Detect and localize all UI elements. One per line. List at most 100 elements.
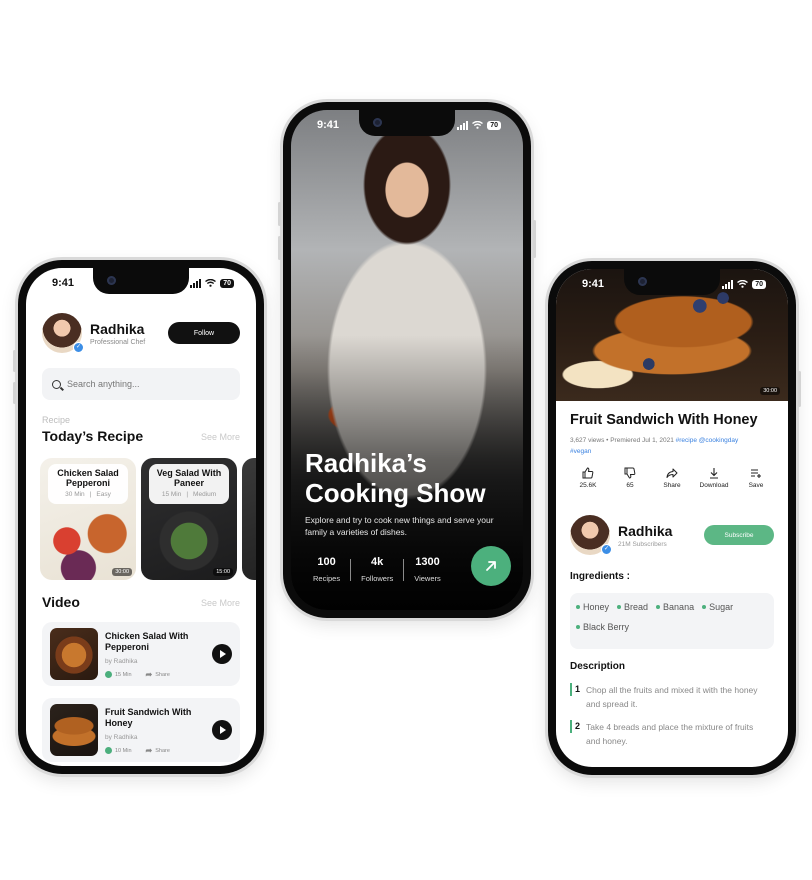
show-title-line1: Radhika’s bbox=[305, 448, 427, 478]
search-input[interactable]: Search anything... bbox=[42, 368, 240, 400]
share-icon: ➦ bbox=[145, 746, 153, 755]
play-button[interactable] bbox=[212, 720, 232, 740]
video-thumbnail bbox=[50, 704, 98, 756]
share-link[interactable]: ➦ Share bbox=[146, 746, 170, 755]
hashtag-link[interactable]: #recipe @cookingday bbox=[676, 437, 739, 444]
recipe-card-partial[interactable] bbox=[242, 458, 256, 580]
battery-icon: 70 bbox=[220, 278, 234, 288]
volume-button bbox=[278, 202, 281, 226]
step-text: Take 4 breads and place the mixture of f… bbox=[586, 722, 754, 746]
save-button[interactable]: Save bbox=[738, 467, 774, 489]
recipe-step: 2 Take 4 breads and place the mixture of… bbox=[570, 720, 768, 748]
recipe-card[interactable]: Veg Salad With Paneer 15 Min | Medium 15:0… bbox=[141, 458, 237, 580]
play-button[interactable] bbox=[212, 644, 232, 664]
channel-avatar[interactable]: ✓ bbox=[570, 515, 612, 555]
ingredients-title: Ingredients : bbox=[570, 571, 631, 582]
step-text: Chop all the fruits and mixed it with th… bbox=[586, 685, 758, 709]
recipe-detail-screen: 30:00 9:41 70 Fruit Sandwich With Honey … bbox=[556, 269, 788, 767]
volume-button bbox=[13, 350, 16, 372]
follow-button[interactable]: Follow bbox=[168, 322, 240, 344]
signal-icon bbox=[722, 279, 734, 289]
status-time: 9:41 bbox=[52, 277, 75, 289]
video-time: 10 Min bbox=[115, 747, 132, 754]
ingredient-chip: Banana bbox=[656, 601, 694, 613]
download-icon bbox=[710, 468, 718, 479]
download-button[interactable]: Download bbox=[696, 467, 732, 489]
camera-icon bbox=[373, 118, 382, 127]
todays-recipe-title: Today’s Recipe bbox=[42, 428, 144, 444]
video-title: Fruit Sandwich With Honey bbox=[105, 707, 192, 728]
like-count: 25.6K bbox=[579, 482, 597, 489]
see-more-videos-link[interactable]: See More bbox=[201, 598, 240, 608]
like-button[interactable]: 25.6K bbox=[570, 467, 606, 489]
video-section-title: Video bbox=[42, 594, 80, 610]
notch bbox=[93, 268, 189, 294]
share-icon: ➦ bbox=[145, 670, 153, 679]
show-description: Explore and try to cook new things and s… bbox=[305, 515, 494, 537]
dislike-count: 65 bbox=[626, 482, 634, 489]
notch bbox=[624, 269, 720, 295]
video-title: Chicken Salad With Pepperoni bbox=[105, 631, 189, 652]
hashtag-link[interactable]: #vegan bbox=[570, 448, 591, 455]
volume-button bbox=[278, 236, 281, 260]
avatar[interactable]: ✓ bbox=[42, 313, 84, 353]
search-placeholder: Search anything... bbox=[67, 379, 140, 389]
step-number: 2 bbox=[570, 720, 580, 733]
video-list-item[interactable]: Fruit Sandwich With Honey by Radhika 10 … bbox=[42, 698, 240, 762]
wifi-icon bbox=[472, 121, 484, 129]
mockup-stage: 9:41 70 ✓ Radhika Professional Chef Foll… bbox=[0, 0, 812, 880]
recipe-card-level: Easy bbox=[96, 491, 111, 498]
share-label: Share bbox=[663, 482, 681, 489]
video-duration: 30:00 bbox=[760, 387, 780, 395]
video-actions: 25.6K 65 Share Download Save bbox=[570, 467, 774, 489]
dislike-button[interactable]: 65 bbox=[612, 467, 648, 489]
notch bbox=[359, 110, 455, 136]
share-link[interactable]: ➦ Share bbox=[146, 670, 170, 679]
description-title: Description bbox=[570, 661, 626, 672]
power-button bbox=[798, 371, 801, 407]
recipe-card[interactable]: Chicken Salad Pepperoni 30 Min | Easy 30:0… bbox=[40, 458, 136, 580]
video-list-item[interactable]: Chicken Salad With Pepperoni by Radhika … bbox=[42, 622, 240, 686]
subscriber-count: 21M Subscribers bbox=[618, 540, 667, 548]
stat-viewers: 1300 Viewers bbox=[404, 556, 451, 583]
signal-icon bbox=[457, 120, 469, 130]
video-time: 15 Min bbox=[115, 671, 132, 678]
recipe-card-title: Veg Salad With Paneer bbox=[156, 468, 222, 488]
ingredient-chip: Honey bbox=[576, 601, 609, 613]
profile-header: ✓ Radhika Professional Chef Follow bbox=[42, 310, 240, 356]
recipe-title: Fruit Sandwich With Honey bbox=[570, 412, 758, 428]
download-label: Download bbox=[699, 482, 729, 489]
thumbs-up-icon bbox=[582, 467, 594, 479]
status-time: 9:41 bbox=[317, 119, 340, 131]
clock-icon bbox=[105, 747, 112, 754]
recipe-card-time: 30 Min bbox=[65, 491, 85, 498]
recipe-section-label: Recipe bbox=[42, 415, 71, 425]
status-time: 9:41 bbox=[582, 278, 605, 290]
phone-cooking-show: 9:41 70 Radhika’s Cooking Show Explore a… bbox=[278, 102, 536, 618]
show-stats: 100 Recipes 4k Followers 1300 Viewers bbox=[303, 556, 451, 583]
see-more-recipes-link[interactable]: See More bbox=[201, 432, 240, 442]
share-label: Share bbox=[155, 747, 170, 754]
power-button bbox=[533, 220, 536, 258]
recipe-card-time: 15 Min bbox=[161, 491, 182, 498]
battery-icon: 70 bbox=[487, 120, 501, 130]
thumbs-down-icon bbox=[624, 467, 636, 479]
video-meta: 3,627 views • Premiered Jul 1, 2021 #rec… bbox=[570, 435, 770, 457]
save-icon bbox=[751, 469, 761, 478]
wifi-icon bbox=[737, 280, 749, 288]
share-button[interactable]: Share bbox=[654, 467, 690, 489]
stat-value: 100 bbox=[317, 556, 336, 568]
stat-label: Viewers bbox=[414, 574, 441, 583]
stat-label: Recipes bbox=[313, 574, 341, 583]
show-title: Radhika’s Cooking Show bbox=[305, 448, 486, 508]
search-icon bbox=[52, 379, 61, 389]
ingredients-list: Honey Bread Banana Sugar Black Berry bbox=[570, 593, 774, 649]
recipe-card-duration: 30:00 bbox=[112, 568, 132, 576]
subscribe-button[interactable]: Subscribe bbox=[704, 525, 774, 545]
explore-button[interactable] bbox=[471, 546, 511, 586]
clock-icon bbox=[105, 671, 112, 678]
wifi-icon bbox=[205, 279, 217, 287]
step-number: 1 bbox=[570, 683, 580, 696]
signal-icon bbox=[190, 278, 202, 288]
recipe-step: 1 Chop all the fruits and mixed it with … bbox=[570, 683, 768, 711]
